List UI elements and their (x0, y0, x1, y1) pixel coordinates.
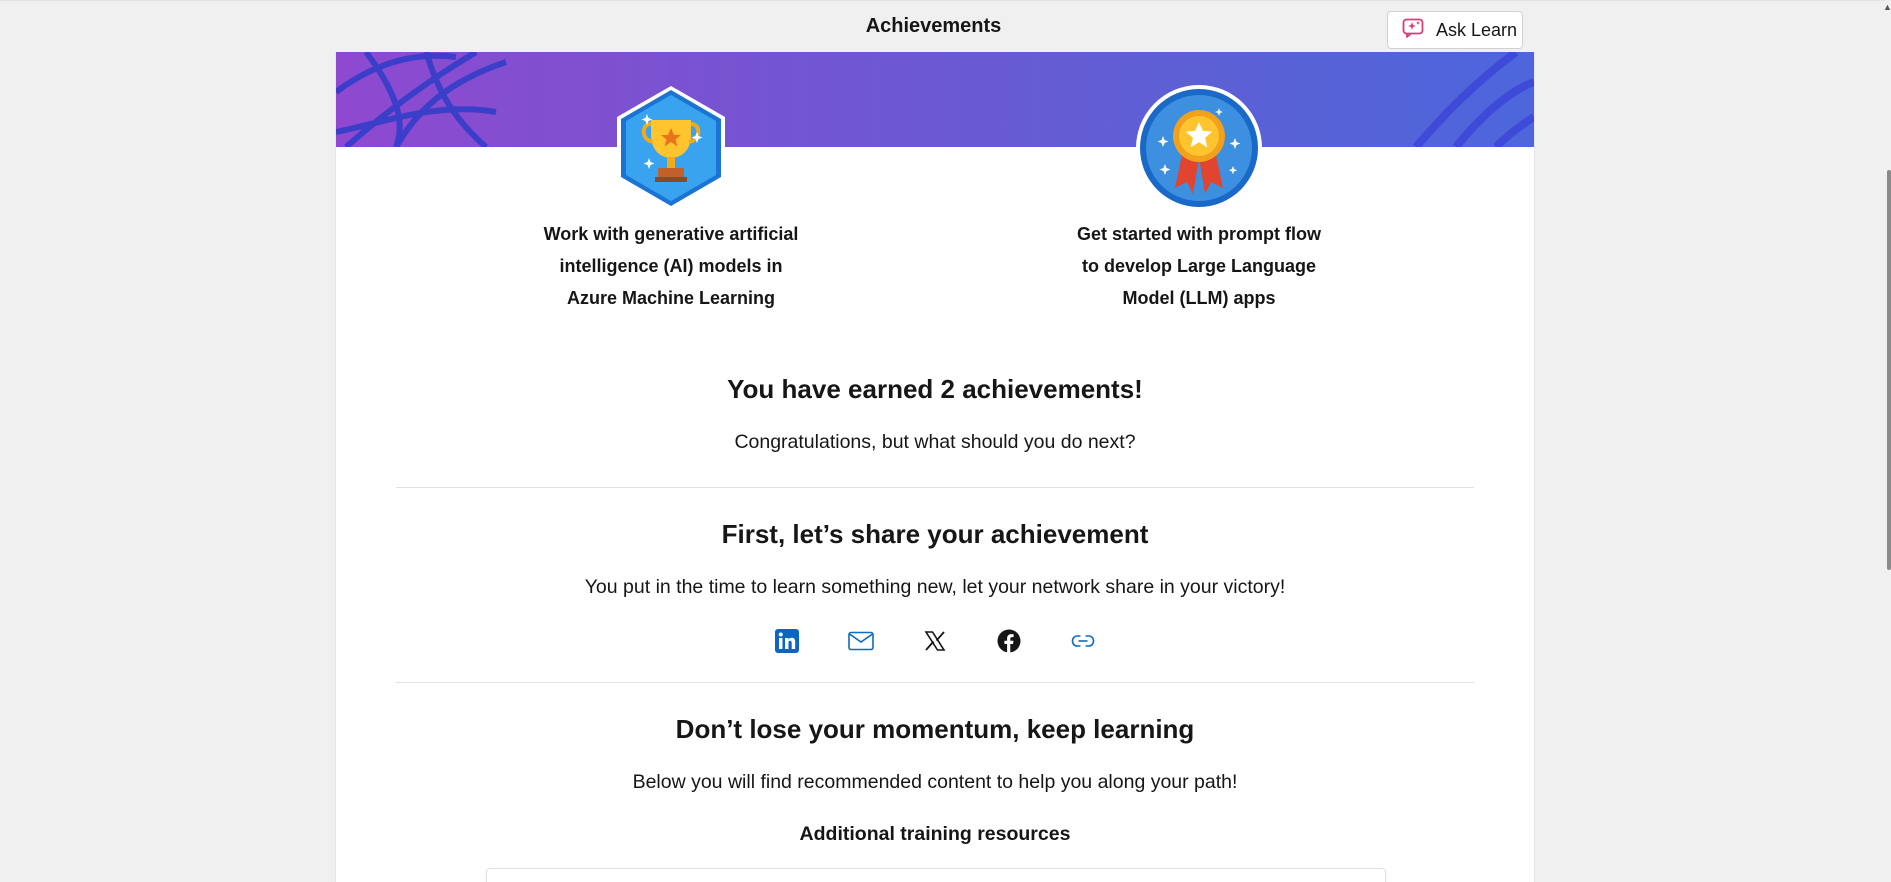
achievements-subtext: Congratulations, but what should you do … (734, 431, 1136, 453)
email-icon[interactable] (847, 627, 875, 655)
medal-icon (1054, 84, 1344, 212)
top-bar: Achievements Ask Learn (0, 0, 1891, 52)
x-icon[interactable] (921, 627, 949, 655)
momentum-heading: Don’t lose your momentum, keep learning (675, 714, 1195, 744)
facebook-icon[interactable] (995, 627, 1023, 655)
badge-2-title-line-2: to develop Large Language (1081, 256, 1317, 276)
share-buttons (336, 627, 1534, 655)
page-title: Achievements (865, 15, 1002, 37)
achievement-badge-2: Get started with prompt flow to develop … (1054, 84, 1344, 314)
momentum-subtext: Below you will find recommended content … (632, 771, 1238, 793)
badge-2-title-line-1: Get started with prompt flow (1076, 224, 1321, 244)
divider (396, 682, 1474, 683)
badge-1-title-line-3: Azure Machine Learning (566, 288, 776, 308)
share-subtext: You put in the time to learn something n… (584, 576, 1286, 598)
banner-decoration (336, 52, 1534, 147)
achievements-card: Work with generative artificial intellig… (335, 52, 1535, 882)
badge-1-title-line-2: intelligence (AI) models in (559, 256, 783, 276)
badge-1-title-line-1: Work with generative artificial (543, 224, 799, 244)
linkedin-icon[interactable] (773, 627, 801, 655)
banner (336, 52, 1534, 147)
scrollbar-thumb[interactable] (1887, 170, 1891, 570)
trophy-icon (526, 84, 816, 212)
scroll-up-icon[interactable]: ▲ (1883, 2, 1891, 12)
ask-learn-icon (1402, 18, 1426, 43)
achievements-count-heading: You have earned 2 achievements! (727, 374, 1143, 404)
recommended-content-card[interactable] (486, 868, 1386, 882)
divider (396, 487, 1474, 488)
ask-learn-button[interactable]: Ask Learn (1387, 11, 1523, 49)
share-heading: First, let’s share your achievement (721, 519, 1149, 549)
link-icon[interactable] (1069, 627, 1097, 655)
ask-learn-label: Ask Learn (1436, 19, 1518, 40)
achievement-badge-1: Work with generative artificial intellig… (526, 84, 816, 314)
badge-2-title-line-3: Model (LLM) apps (1122, 288, 1276, 308)
resources-heading: Additional training resources (799, 823, 1071, 845)
